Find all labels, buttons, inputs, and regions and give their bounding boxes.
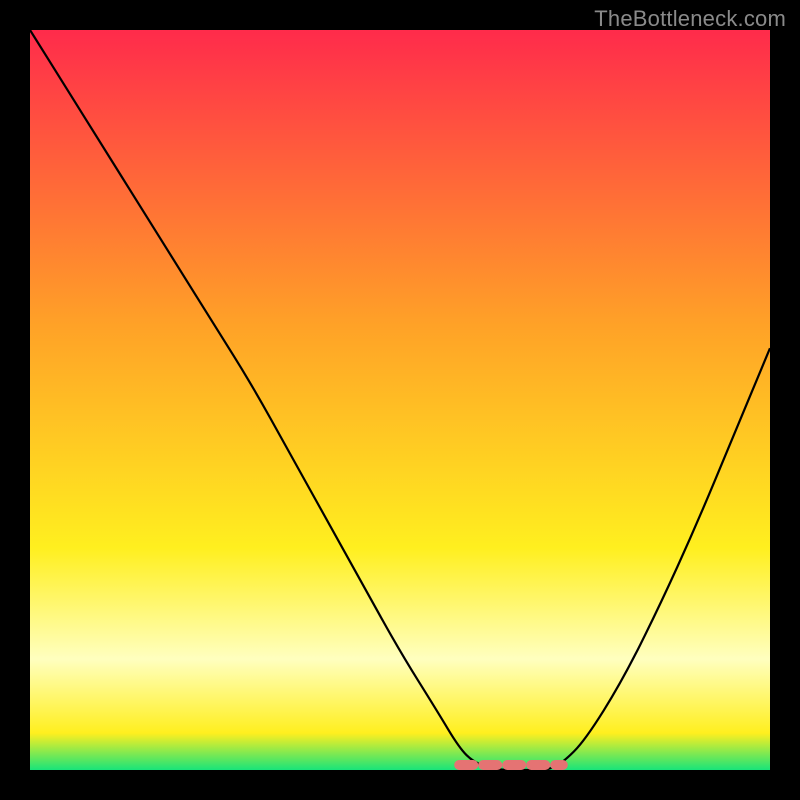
chart-frame: TheBottleneck.com (0, 0, 800, 800)
watermark-text: TheBottleneck.com (594, 6, 786, 32)
curve-layer (30, 30, 770, 770)
plot-area (30, 30, 770, 770)
bottleneck-curve (30, 30, 770, 770)
